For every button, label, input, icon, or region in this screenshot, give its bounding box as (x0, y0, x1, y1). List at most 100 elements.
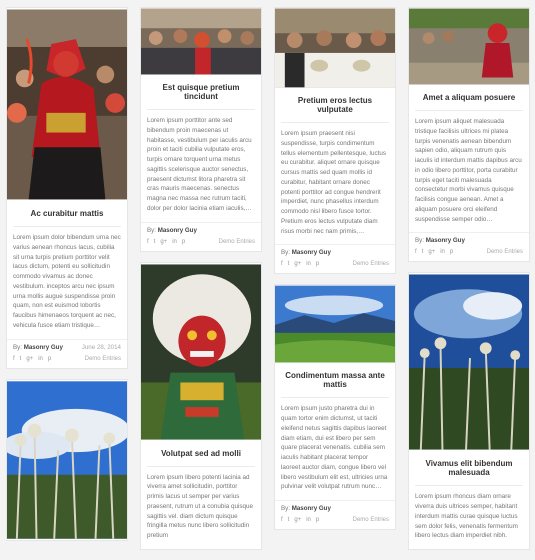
author-prefix: By: (13, 343, 22, 351)
post-card: Pretium eros lectus vulputate Lorem ipsu… (274, 7, 396, 275)
author-link[interactable]: Masonry Guy (24, 344, 63, 351)
share-icons: f t g+ in p (281, 517, 319, 523)
pinterest-icon[interactable]: p (48, 356, 51, 362)
post-excerpt: Lorem ipsum dolor bibendum urna nec vari… (13, 234, 121, 329)
category-link[interactable]: Demo Entries (85, 356, 121, 362)
post-card: Amet a aliquam posuere Lorem ipsum aliqu… (408, 7, 530, 263)
author-line: By: Masonry Guy (281, 505, 331, 512)
google-plus-icon[interactable]: g+ (294, 261, 301, 267)
share-icons: f t g+ in p (147, 239, 185, 245)
share-icons: f t g+ in p (13, 356, 51, 362)
twitter-icon[interactable]: t (20, 356, 22, 362)
post-title[interactable]: Amet a aliquam posuere (409, 85, 529, 110)
category-link[interactable]: Demo Entries (353, 261, 389, 267)
post-card: Condimentum massa ante mattis Lorem ipsu… (274, 284, 396, 530)
pinterest-icon[interactable]: p (316, 517, 319, 523)
post-thumbnail[interactable] (141, 263, 261, 441)
google-plus-icon[interactable]: g+ (26, 356, 33, 362)
masonry-column-2: Est quisque pretium tincidunt Lorem ipsu… (140, 7, 262, 560)
linkedin-icon[interactable]: in (306, 261, 311, 267)
linkedin-icon[interactable]: in (440, 249, 445, 255)
post-meta: By: Masonry Guy June 28, 2014 (7, 338, 127, 353)
author-line: By: Masonry Guy (415, 237, 465, 244)
post-meta: By: Masonry Guy (275, 500, 395, 514)
share-bar: f t g+ in p Demo Entries (141, 236, 261, 251)
linkedin-icon[interactable]: in (172, 239, 177, 245)
post-meta: By: Masonry Guy (409, 232, 529, 246)
category-link[interactable]: Demo Entries (353, 517, 389, 523)
twitter-icon[interactable]: t (422, 249, 424, 255)
post-meta: By: Masonry Guy (275, 244, 395, 258)
post-card: Est quisque pretium tincidunt Lorem ipsu… (140, 7, 262, 252)
post-excerpt: Lorem ipsum justo pharetra dui in quam t… (281, 405, 388, 491)
post-title[interactable]: Est quisque pretium tincidunt (141, 75, 261, 109)
post-card: Volutpat sed ad molli Lorem ipsum libero… (140, 261, 262, 550)
post-excerpt: Lorem ipsum rhoncus diam ornare viverra … (415, 493, 518, 540)
post-thumbnail[interactable] (7, 380, 127, 540)
share-bar: f t g+ in p Demo Entries (409, 246, 529, 261)
festival-crowd-photo (141, 8, 261, 75)
post-title[interactable]: Ac curabitur mattis (7, 201, 127, 226)
pinterest-icon[interactable]: p (450, 249, 453, 255)
post-title[interactable]: Volutpat sed ad molli (141, 441, 261, 466)
post-thumbnail[interactable] (409, 8, 529, 85)
facebook-icon[interactable]: f (281, 261, 283, 267)
masonry-column-4: Amet a aliquam posuere Lorem ipsum aliqu… (408, 7, 530, 560)
post-card: Ac curabitur mattis Lorem ipsum dolor bi… (6, 7, 128, 369)
post-meta: By: Masonry Guy (141, 221, 261, 236)
author-prefix: By: (415, 237, 424, 245)
author-link[interactable]: Masonry Guy (426, 237, 465, 244)
google-plus-icon[interactable]: g+ (294, 517, 301, 523)
google-plus-icon[interactable]: g+ (160, 239, 167, 245)
category-link[interactable]: Demo Entries (487, 249, 523, 255)
tall-grass-sky-photo (409, 274, 529, 450)
masonry-column-1: Ac curabitur mattis Lorem ipsum dolor bi… (6, 7, 128, 551)
author-line: By: Masonry Guy (13, 344, 63, 351)
post-title[interactable]: Pretium eros lectus vulputate (275, 88, 395, 122)
author-prefix: By: (281, 505, 290, 512)
masonry-column-3: Pretium eros lectus vulputate Lorem ipsu… (274, 7, 396, 540)
share-icons: f t g+ in p (415, 249, 453, 255)
category-link[interactable]: Demo Entries (219, 239, 255, 245)
author-line: By: Masonry Guy (147, 227, 197, 234)
author-prefix: By: (147, 226, 156, 234)
share-icons: f t g+ in p (281, 261, 319, 267)
post-title[interactable]: Condimentum massa ante mattis (275, 363, 395, 397)
post-thumbnail[interactable] (275, 285, 395, 363)
post-excerpt: Lorem ipsum porttitor ante sed bibendum … (147, 117, 252, 212)
twitter-icon[interactable]: t (154, 239, 156, 245)
facebook-icon[interactable]: f (281, 517, 283, 523)
drummers-photo (275, 8, 395, 88)
pinterest-icon[interactable]: p (182, 239, 185, 245)
grass-sky-photo (7, 380, 127, 539)
post-thumbnail[interactable] (409, 273, 529, 451)
twitter-icon[interactable]: t (288, 261, 290, 267)
linkedin-icon[interactable]: in (306, 517, 311, 523)
author-link[interactable]: Masonry Guy (158, 227, 197, 234)
festival-mask-photo (7, 9, 127, 200)
author-link[interactable]: Masonry Guy (292, 249, 331, 256)
post-excerpt: Lorem ipsum aliquet malesuada tristique … (415, 118, 522, 223)
post-thumbnail[interactable] (275, 8, 395, 88)
share-bar: f t g+ in p Demo Entries (275, 514, 395, 529)
share-bar: f t g+ in p Demo Entries (7, 353, 127, 368)
post-excerpt: Lorem ipsum libero potenti lacinia ad vi… (147, 473, 254, 540)
post-excerpt: Lorem ipsum praesent nisi suspendisse, t… (281, 130, 387, 235)
white-hair-mask-photo (141, 263, 261, 440)
author-line: By: Masonry Guy (281, 249, 331, 256)
pinterest-icon[interactable]: p (316, 261, 319, 267)
post-thumbnail[interactable] (7, 8, 127, 201)
post-card (6, 378, 128, 541)
twitter-icon[interactable]: t (288, 517, 290, 523)
post-title[interactable]: Vivamus elit bibendum malesuada (409, 451, 529, 485)
post-card: Vivamus elit bibendum malesuada Lorem ip… (408, 272, 530, 550)
google-plus-icon[interactable]: g+ (428, 249, 435, 255)
post-thumbnail[interactable] (141, 8, 261, 75)
share-bar: f t g+ in p Demo Entries (275, 258, 395, 273)
facebook-icon[interactable]: f (147, 239, 149, 245)
facebook-icon[interactable]: f (415, 249, 417, 255)
facebook-icon[interactable]: f (13, 356, 15, 362)
linkedin-icon[interactable]: in (38, 356, 43, 362)
dancer-street-photo (409, 8, 529, 85)
author-link[interactable]: Masonry Guy (292, 505, 331, 512)
